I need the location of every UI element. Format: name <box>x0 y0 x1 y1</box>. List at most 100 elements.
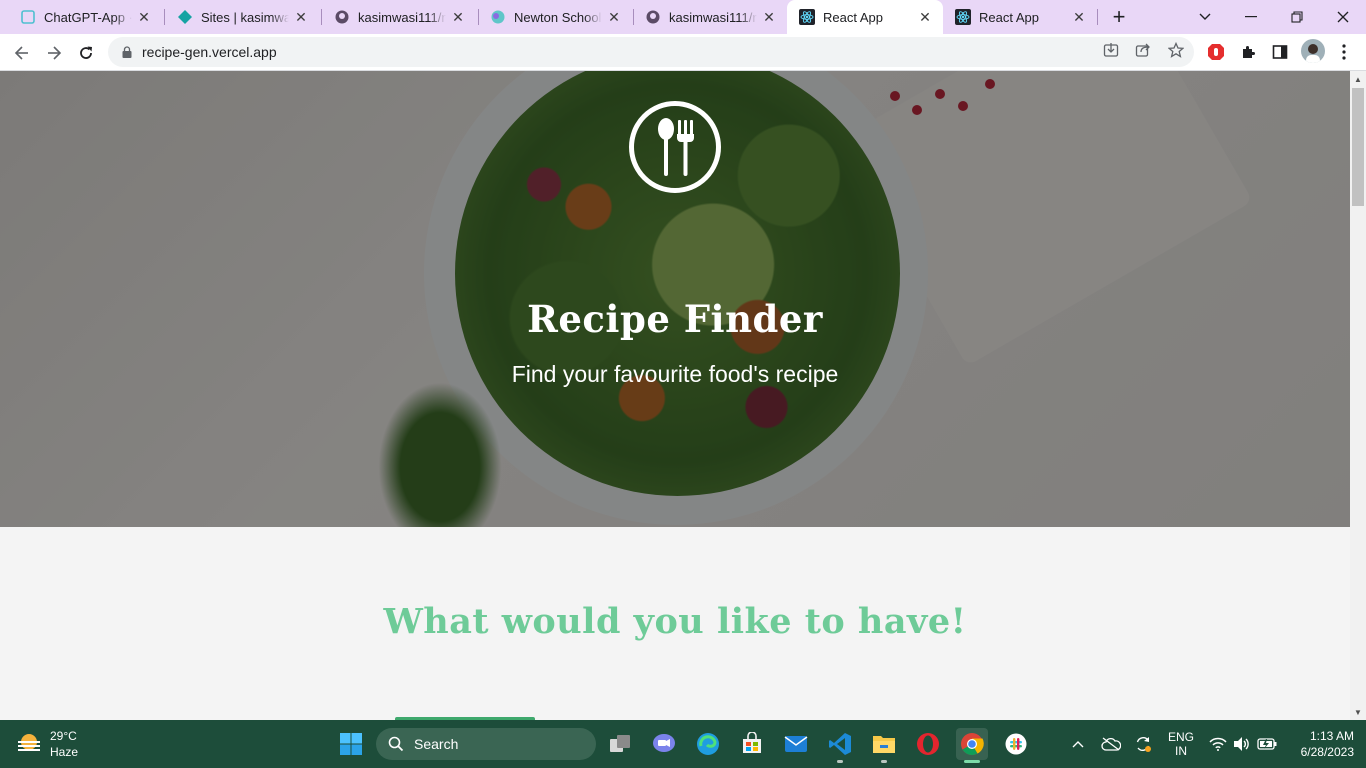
extensions-button[interactable] <box>1237 41 1259 63</box>
close-icon[interactable]: ✕ <box>1071 9 1087 25</box>
region-code: IN <box>1175 744 1187 758</box>
chatgpt-app-icon <box>20 9 36 25</box>
battery-charging-icon <box>1257 738 1277 750</box>
page-scrollbar[interactable]: ▲ ▼ <box>1350 71 1366 720</box>
running-indicator <box>881 760 887 763</box>
share-icon <box>1135 43 1150 57</box>
onedrive-button[interactable] <box>1100 732 1122 756</box>
vscode-button[interactable] <box>824 728 856 763</box>
new-tab-button[interactable]: + <box>1107 4 1131 29</box>
arrow-left-icon <box>14 46 28 60</box>
taskbar-search[interactable]: Search <box>376 728 596 760</box>
close-icon[interactable]: ✕ <box>917 9 933 25</box>
close-icon[interactable]: ✕ <box>136 9 152 25</box>
lock-icon[interactable] <box>120 45 134 59</box>
weather-description: Haze <box>50 745 79 759</box>
star-icon <box>1168 42 1184 58</box>
clock-time: 1:13 AM <box>1309 729 1354 743</box>
tab-newton-school[interactable]: Newton School ✕ <box>478 0 632 34</box>
tab-separator <box>1097 9 1098 25</box>
chevron-down-icon <box>1199 13 1211 20</box>
chevron-up-icon <box>1072 741 1084 748</box>
chrome-button[interactable] <box>956 728 988 763</box>
microsoft-store-button[interactable] <box>736 728 768 760</box>
show-hidden-icons-button[interactable] <box>1068 732 1088 756</box>
sync-icon <box>1136 736 1151 752</box>
chrome-menu-button[interactable] <box>1333 41 1355 63</box>
address-bar[interactable]: recipe-gen.vercel.app <box>108 37 1194 67</box>
share-button[interactable] <box>1132 39 1154 61</box>
scroll-up-arrow-icon[interactable]: ▲ <box>1350 71 1366 87</box>
install-app-button[interactable] <box>1100 39 1122 61</box>
minimize-button[interactable] <box>1228 0 1274 34</box>
tab-title: ChatGPT-App · V <box>44 9 132 25</box>
battery-button[interactable] <box>1256 732 1278 756</box>
wifi-icon <box>1209 737 1227 751</box>
taskbar-clock[interactable]: 1:13 AM 6/28/2023 <box>1284 728 1354 760</box>
scroll-thumb[interactable] <box>1352 88 1364 206</box>
cloud-off-icon <box>1101 737 1121 751</box>
tab-title: Sites | kasimwasi1 <box>201 9 289 25</box>
search-icon <box>388 736 404 752</box>
tab-github-my[interactable]: kasimwasi111/my ✕ <box>322 0 476 34</box>
windows-logo-icon <box>340 733 362 755</box>
mail-button[interactable] <box>780 728 812 760</box>
adblock-extension-button[interactable] <box>1205 41 1227 63</box>
restore-icon <box>1291 11 1303 23</box>
tab-title: React App <box>823 9 883 25</box>
browser-toolbar: recipe-gen.vercel.app <box>0 34 1366 71</box>
close-window-button[interactable] <box>1320 0 1366 34</box>
forward-button[interactable] <box>40 39 68 67</box>
arrow-right-icon <box>48 46 62 60</box>
tab-react-app[interactable]: React App ✕ <box>943 0 1097 34</box>
tab-react-app-active[interactable]: React App ✕ <box>787 0 943 34</box>
edge-browser-button[interactable] <box>692 728 724 760</box>
chrome-icon <box>961 733 984 755</box>
more-vertical-icon <box>1342 44 1346 60</box>
page-viewport: Recipe Finder Find your favourite food's… <box>0 71 1350 720</box>
close-icon <box>1337 11 1349 23</box>
close-icon[interactable]: ✕ <box>450 9 466 25</box>
page-subtitle: Find your favourite food's recipe <box>511 361 839 387</box>
react-icon <box>955 9 971 25</box>
tab-chatgpt-app[interactable]: ChatGPT-App · V ✕ <box>8 0 162 34</box>
teams-chat-icon <box>653 734 675 752</box>
restore-button[interactable] <box>1274 0 1320 34</box>
profile-avatar[interactable] <box>1301 39 1325 63</box>
reload-button[interactable] <box>72 39 100 67</box>
side-panel-button[interactable] <box>1269 41 1291 63</box>
side-panel-icon <box>1272 45 1288 59</box>
sync-button[interactable] <box>1132 732 1154 756</box>
opera-button[interactable] <box>912 728 944 760</box>
start-button[interactable] <box>335 728 367 760</box>
stop-hand-icon <box>1208 44 1224 60</box>
github-icon <box>645 9 661 25</box>
spoon-fork-icon <box>629 101 721 193</box>
tab-sites[interactable]: Sites | kasimwasi1 ✕ <box>165 0 319 34</box>
slack-button[interactable] <box>1000 728 1032 760</box>
section-heading: What would you like to have! <box>383 601 967 642</box>
back-button[interactable] <box>8 39 36 67</box>
store-icon <box>743 732 761 753</box>
opera-icon <box>917 733 939 755</box>
close-icon[interactable]: ✕ <box>293 9 309 25</box>
close-icon[interactable]: ✕ <box>606 9 622 25</box>
scroll-down-arrow-icon[interactable]: ▼ <box>1350 704 1366 720</box>
wifi-button[interactable] <box>1208 732 1228 756</box>
url-text[interactable]: recipe-gen.vercel.app <box>142 44 277 60</box>
task-view-button[interactable] <box>604 728 636 760</box>
weather-widget[interactable]: 29°C Haze <box>16 728 78 760</box>
clock-date: 6/28/2023 <box>1300 745 1354 759</box>
close-icon[interactable]: ✕ <box>761 9 777 25</box>
bookmark-button[interactable] <box>1165 39 1187 61</box>
language-indicator[interactable]: ENG IN <box>1166 729 1196 759</box>
teams-chat-button[interactable] <box>648 728 680 760</box>
hero-banner: Recipe Finder Find your favourite food's… <box>0 71 1350 527</box>
newton-school-icon <box>490 9 506 25</box>
volume-button[interactable] <box>1232 732 1252 756</box>
tab-search-button[interactable] <box>1182 0 1228 34</box>
tab-title: React App <box>979 9 1039 25</box>
file-explorer-button[interactable] <box>868 728 900 763</box>
reload-icon <box>80 46 92 59</box>
tab-github-re[interactable]: kasimwasi111/re ✕ <box>633 0 787 34</box>
